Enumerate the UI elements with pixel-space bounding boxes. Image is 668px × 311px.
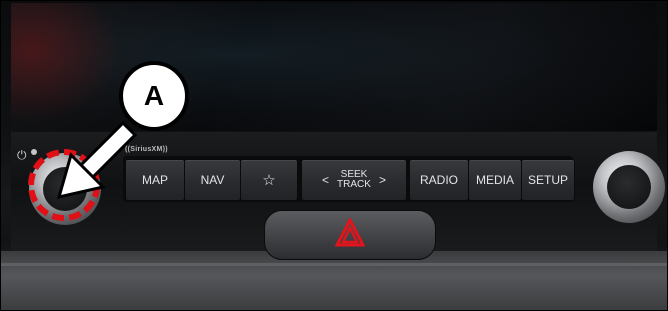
callout-label: A — [143, 80, 165, 111]
arrow-icon — [56, 120, 138, 200]
callout-a: A — [119, 61, 189, 131]
photo-frame: ⏻ ((SiriusXM)) MAP NAV ☆ < SEEK TRACK > … — [0, 0, 668, 311]
